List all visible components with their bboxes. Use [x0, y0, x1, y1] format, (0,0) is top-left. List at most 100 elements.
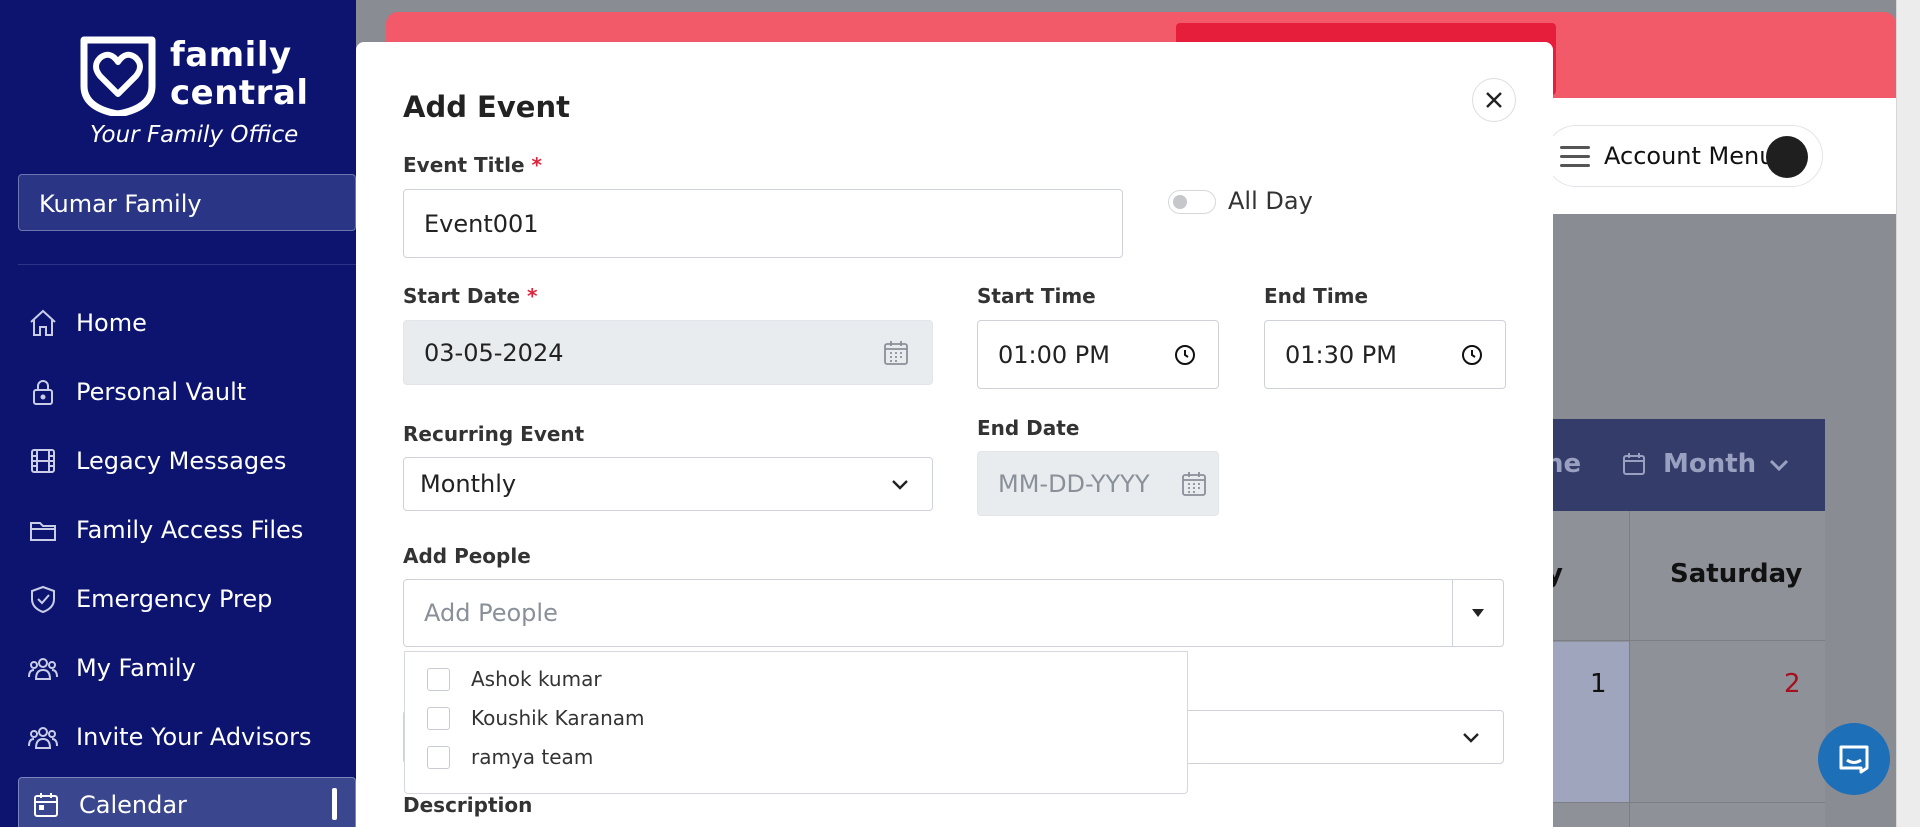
event-title-value: Event001	[424, 209, 539, 238]
chevron-down-icon[interactable]	[1767, 453, 1791, 477]
caret-down-icon	[1471, 609, 1484, 617]
sidebar-item-legacy-messages[interactable]: Legacy Messages	[0, 426, 356, 495]
calendar-cell[interactable]	[1546, 642, 1629, 802]
recurring-event-label: Recurring Event	[403, 422, 585, 446]
required-mark: *	[527, 284, 538, 308]
event-title-label-text: Event Title	[403, 153, 525, 177]
close-icon	[1486, 92, 1502, 108]
people-icon	[28, 722, 58, 752]
recurring-event-value: Monthly	[420, 470, 517, 498]
end-date-label: End Date	[977, 416, 1080, 440]
end-date-placeholder: MM-DD-YYYY	[998, 469, 1150, 498]
event-title-label: Event Title *	[403, 153, 542, 177]
calendar-toolbar: ne Month	[1545, 419, 1825, 511]
sidebar-item-label: Invite Your Advisors	[76, 722, 312, 751]
add-people-options: Ashok kumar Koushik Karanam ramya team	[404, 651, 1188, 794]
lock-icon	[28, 377, 58, 407]
calendar-date[interactable]: 2	[1784, 669, 1801, 699]
sidebar-item-home[interactable]: Home	[0, 288, 356, 357]
avatar	[1766, 136, 1808, 178]
add-people-dropdown-toggle[interactable]	[1452, 579, 1504, 647]
option-label: ramya team	[471, 745, 594, 769]
home-icon	[28, 308, 58, 338]
view-selector-label[interactable]: Month	[1663, 449, 1756, 479]
logo-wordmark: family central	[170, 36, 309, 112]
sidebar-item-label: Family Access Files	[76, 515, 304, 544]
add-people-input[interactable]: Add People	[403, 579, 1453, 647]
sidebar-item-label: Personal Vault	[76, 377, 247, 406]
recurring-event-select[interactable]: Monthly	[403, 457, 933, 511]
chevron-down-icon	[890, 474, 910, 494]
start-date-input[interactable]: 03-05-2024	[403, 320, 933, 385]
end-date-input[interactable]: MM-DD-YYYY	[977, 451, 1219, 516]
list-item[interactable]: ramya team	[427, 745, 593, 769]
calendar-date[interactable]: 1	[1590, 669, 1607, 699]
start-date-label: Start Date *	[403, 284, 538, 308]
end-time-input[interactable]: 01:30 PM	[1264, 320, 1506, 389]
folder-icon	[28, 515, 58, 545]
option-label: Koushik Karanam	[471, 706, 645, 730]
clock-icon[interactable]	[1461, 344, 1483, 366]
sidebar-item-family-access-files[interactable]: Family Access Files	[0, 495, 356, 564]
day-header-saturday: Saturday	[1670, 559, 1803, 589]
description-label: Description	[403, 793, 533, 817]
chat-icon	[1839, 745, 1869, 774]
sidebar-item-label: Calendar	[79, 790, 187, 819]
active-indicator	[332, 788, 337, 820]
checkbox[interactable]	[427, 667, 450, 691]
account-menu-button[interactable]: Account Menu	[1545, 125, 1823, 187]
start-time-label: Start Time	[977, 284, 1096, 308]
sidebar-item-label: My Family	[76, 653, 196, 682]
sidebar-item-label: Home	[76, 308, 147, 337]
add-people-label: Add People	[403, 544, 531, 568]
page-scrollbar[interactable]	[1896, 0, 1920, 827]
add-event-modal: Add Event Event Title * Event001 All Day…	[356, 42, 1553, 827]
heart-shield-logo-icon	[80, 36, 156, 116]
required-mark: *	[531, 153, 542, 177]
family-selector[interactable]: Kumar Family	[18, 174, 356, 231]
sidebar-item-calendar[interactable]: Calendar	[18, 777, 356, 827]
grid-line	[1629, 511, 1630, 827]
calendar-icon[interactable]	[882, 339, 910, 367]
list-item[interactable]: Ashok kumar	[427, 667, 602, 691]
sidebar-item-label: Legacy Messages	[76, 446, 287, 475]
checkbox[interactable]	[427, 706, 450, 730]
start-time-value: 01:00 PM	[998, 340, 1110, 369]
sidebar-item-personal-vault[interactable]: Personal Vault	[0, 357, 356, 426]
logo-tagline: Your Family Office	[90, 122, 299, 148]
grid-line	[1546, 802, 1825, 803]
all-day-label: All Day	[1228, 187, 1313, 215]
film-icon	[28, 446, 58, 476]
account-menu-label: Account Menu	[1604, 142, 1775, 170]
end-time-value: 01:30 PM	[1285, 340, 1397, 369]
chevron-down-icon	[1461, 727, 1481, 747]
chat-launcher-button[interactable]	[1818, 723, 1890, 795]
calendar-grid: y Saturday 1 2	[1545, 511, 1825, 827]
sidebar-item-my-family[interactable]: My Family	[0, 633, 356, 702]
event-title-input[interactable]: Event001	[403, 189, 1123, 258]
calendar-icon	[31, 790, 61, 820]
family-central-logo[interactable]: family central Your Family Office	[78, 34, 308, 154]
start-date-value: 03-05-2024	[424, 338, 564, 367]
logo-word-family: family	[170, 35, 292, 75]
people-icon	[28, 653, 58, 683]
sidebar-item-emergency-prep[interactable]: Emergency Prep	[0, 564, 356, 633]
sidebar: family central Your Family Office Kumar …	[0, 0, 356, 827]
modal-title: Add Event	[403, 90, 570, 124]
clock-icon[interactable]	[1174, 344, 1196, 366]
add-people-placeholder: Add People	[424, 599, 558, 627]
logo-word-central: central	[170, 73, 309, 113]
calendar-icon	[1623, 453, 1645, 475]
shield-check-icon	[28, 584, 58, 614]
calendar-icon[interactable]	[1180, 470, 1208, 498]
option-label: Ashok kumar	[471, 667, 602, 691]
end-time-label: End Time	[1264, 284, 1369, 308]
sidebar-divider	[18, 264, 356, 265]
all-day-toggle[interactable]	[1168, 190, 1216, 214]
start-time-input[interactable]: 01:00 PM	[977, 320, 1219, 389]
sidebar-item-invite-advisors[interactable]: Invite Your Advisors	[0, 702, 356, 771]
list-item[interactable]: Koushik Karanam	[427, 706, 645, 730]
start-date-label-text: Start Date	[403, 284, 521, 308]
checkbox[interactable]	[427, 745, 450, 769]
close-button[interactable]	[1472, 78, 1516, 122]
